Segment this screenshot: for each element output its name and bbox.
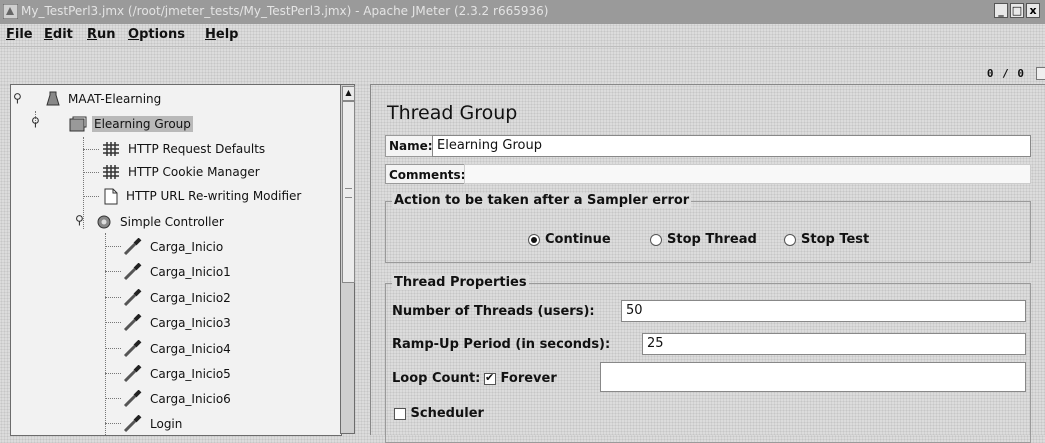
name-label: Name: <box>389 139 433 153</box>
pipette-icon <box>123 390 142 408</box>
stop-test-radio[interactable]: Stop Test <box>784 232 869 247</box>
pipette-icon <box>123 263 142 281</box>
toolbar: 0 / 0 <box>0 46 1045 85</box>
collapse-toggle-icon[interactable]: ⚲ <box>13 91 22 105</box>
tree-node-http-cookie-manager[interactable]: HTTP Cookie Manager <box>101 162 262 182</box>
tree-node-label: MAAT-Elearning <box>68 92 162 106</box>
sampler-error-legend: Action to be taken after a Sampler error <box>392 193 692 208</box>
tree-node-simple-controller[interactable]: Simple Controller <box>95 212 226 232</box>
menu-run[interactable]: Run <box>87 27 116 42</box>
tree-node-label: HTTP Request Defaults <box>128 142 266 156</box>
run-status-indicator <box>1036 67 1045 80</box>
thread-properties-group: Thread Properties Number of Threads (use… <box>385 275 1031 443</box>
scheduler-checkbox[interactable]: Scheduler <box>394 406 484 421</box>
forever-checkbox[interactable]: Forever <box>484 371 557 386</box>
page-title: Thread Group <box>387 102 518 124</box>
pipette-icon <box>123 289 142 307</box>
config-icon <box>103 142 119 156</box>
stop-thread-radio[interactable]: Stop Thread <box>650 232 757 247</box>
collapse-toggle-icon[interactable]: ⚲ <box>31 115 40 129</box>
thread-group-panel: Thread Group Name: Elearning Group Comme… <box>370 84 1045 443</box>
menu-help[interactable]: Help <box>205 27 238 42</box>
loop-count-label: Loop Count: <box>392 371 481 386</box>
tree-node-label: Carga_Inicio1 <box>150 265 231 279</box>
comments-field[interactable] <box>464 164 1031 184</box>
close-button[interactable]: x <box>1026 3 1040 18</box>
tree-node-sampler[interactable]: Carga_Inicio6 <box>123 389 233 409</box>
checkbox-checked-icon <box>484 371 496 385</box>
tree-node-sampler[interactable]: Carga_Inicio4 <box>123 339 233 359</box>
pipette-icon <box>123 340 142 358</box>
tree-node-url-rewriting-modifier[interactable]: HTTP URL Re-writing Modifier <box>103 186 303 206</box>
scroll-grip <box>345 188 352 198</box>
active-thread-count: 0 / 0 <box>986 67 1025 80</box>
tree-node-thread-group[interactable]: Elearning Group <box>69 114 193 134</box>
threads-field[interactable]: 50 <box>621 300 1026 322</box>
tree-scrollbar[interactable]: ▲ <box>340 84 355 434</box>
tree-node-sampler[interactable]: Login <box>123 414 184 434</box>
pipette-icon <box>123 415 142 433</box>
tree-node-label: Carga_Inicio <box>150 240 224 254</box>
window-title: My_TestPerl3.jmx (/root/jmeter_tests/My_… <box>21 4 549 18</box>
radio-unselected-icon <box>784 233 796 246</box>
sampler-error-group: Action to be taken after a Sampler error… <box>385 193 1031 263</box>
checkbox-unchecked-icon <box>394 407 406 420</box>
thread-properties-legend: Thread Properties <box>392 275 529 290</box>
minimize-button[interactable]: _ <box>994 3 1008 18</box>
tree-node-label: Carga_Inicio5 <box>150 367 231 381</box>
rampup-label: Ramp-Up Period (in seconds): <box>392 337 611 352</box>
loop-count-field[interactable] <box>600 362 1026 392</box>
maximize-button[interactable]: □ <box>1010 3 1024 18</box>
tree-node-label: Carga_Inicio3 <box>150 316 231 330</box>
menu-options[interactable]: Options <box>128 27 185 42</box>
radio-unselected-icon <box>650 233 662 246</box>
tree-node-http-request-defaults[interactable]: HTTP Request Defaults <box>101 139 267 159</box>
tree-node-sampler[interactable]: Carga_Inicio3 <box>123 313 233 333</box>
rampup-field[interactable]: 25 <box>642 333 1026 355</box>
tree-node-sampler[interactable]: Carga_Inicio2 <box>123 288 233 308</box>
tree-node-label: Carga_Inicio2 <box>150 291 231 305</box>
pipette-icon <box>123 365 142 383</box>
document-icon <box>104 188 118 204</box>
tree-node-test-plan[interactable]: MAAT-Elearning <box>45 89 163 109</box>
tree-node-label: Elearning Group <box>92 116 193 132</box>
tree-node-sampler[interactable]: Carga_Inicio1 <box>123 262 233 282</box>
scroll-up-arrow-icon[interactable]: ▲ <box>342 86 355 101</box>
name-row: Name: Elearning Group <box>385 135 1031 157</box>
tree-node-label: Carga_Inicio6 <box>150 392 231 406</box>
tree-node-label: Simple Controller <box>120 215 224 229</box>
tree-node-label: HTTP URL Re-writing Modifier <box>126 189 302 203</box>
continue-radio[interactable]: Continue <box>528 232 611 247</box>
tree-node-label: Carga_Inicio4 <box>150 342 231 356</box>
tree-node-sampler[interactable]: Carga_Inicio5 <box>123 364 233 384</box>
config-icon <box>103 165 119 179</box>
collapse-toggle-icon[interactable]: ⚲ <box>75 213 84 227</box>
threads-label: Number of Threads (users): <box>392 304 595 319</box>
test-plan-tree[interactable]: ⚲ ⚲ ⚲ MAAT-Elearning Elearning Group HTT… <box>10 84 342 436</box>
title-bar: My_TestPerl3.jmx (/root/jmeter_tests/My_… <box>0 0 1045 25</box>
thread-group-icon <box>69 116 87 132</box>
menu-bar: File Edit Run Options Help <box>0 24 1045 46</box>
name-field[interactable]: Elearning Group <box>432 135 1031 157</box>
menu-edit[interactable]: Edit <box>44 27 73 42</box>
tree-node-sampler[interactable]: Carga_Inicio <box>123 237 225 257</box>
controller-icon <box>97 215 111 229</box>
comments-label: Comments: <box>389 168 466 182</box>
radio-selected-icon <box>528 233 540 246</box>
jmeter-app-icon <box>3 4 18 19</box>
test-plan-icon <box>46 91 60 106</box>
pipette-icon <box>123 314 142 332</box>
pipette-icon <box>123 238 142 256</box>
comments-row: Comments: <box>385 164 1031 184</box>
scroll-thumb[interactable] <box>342 101 355 283</box>
tree-node-label: HTTP Cookie Manager <box>128 165 260 179</box>
menu-file[interactable]: File <box>6 27 33 42</box>
tree-node-label: Login <box>150 417 183 431</box>
